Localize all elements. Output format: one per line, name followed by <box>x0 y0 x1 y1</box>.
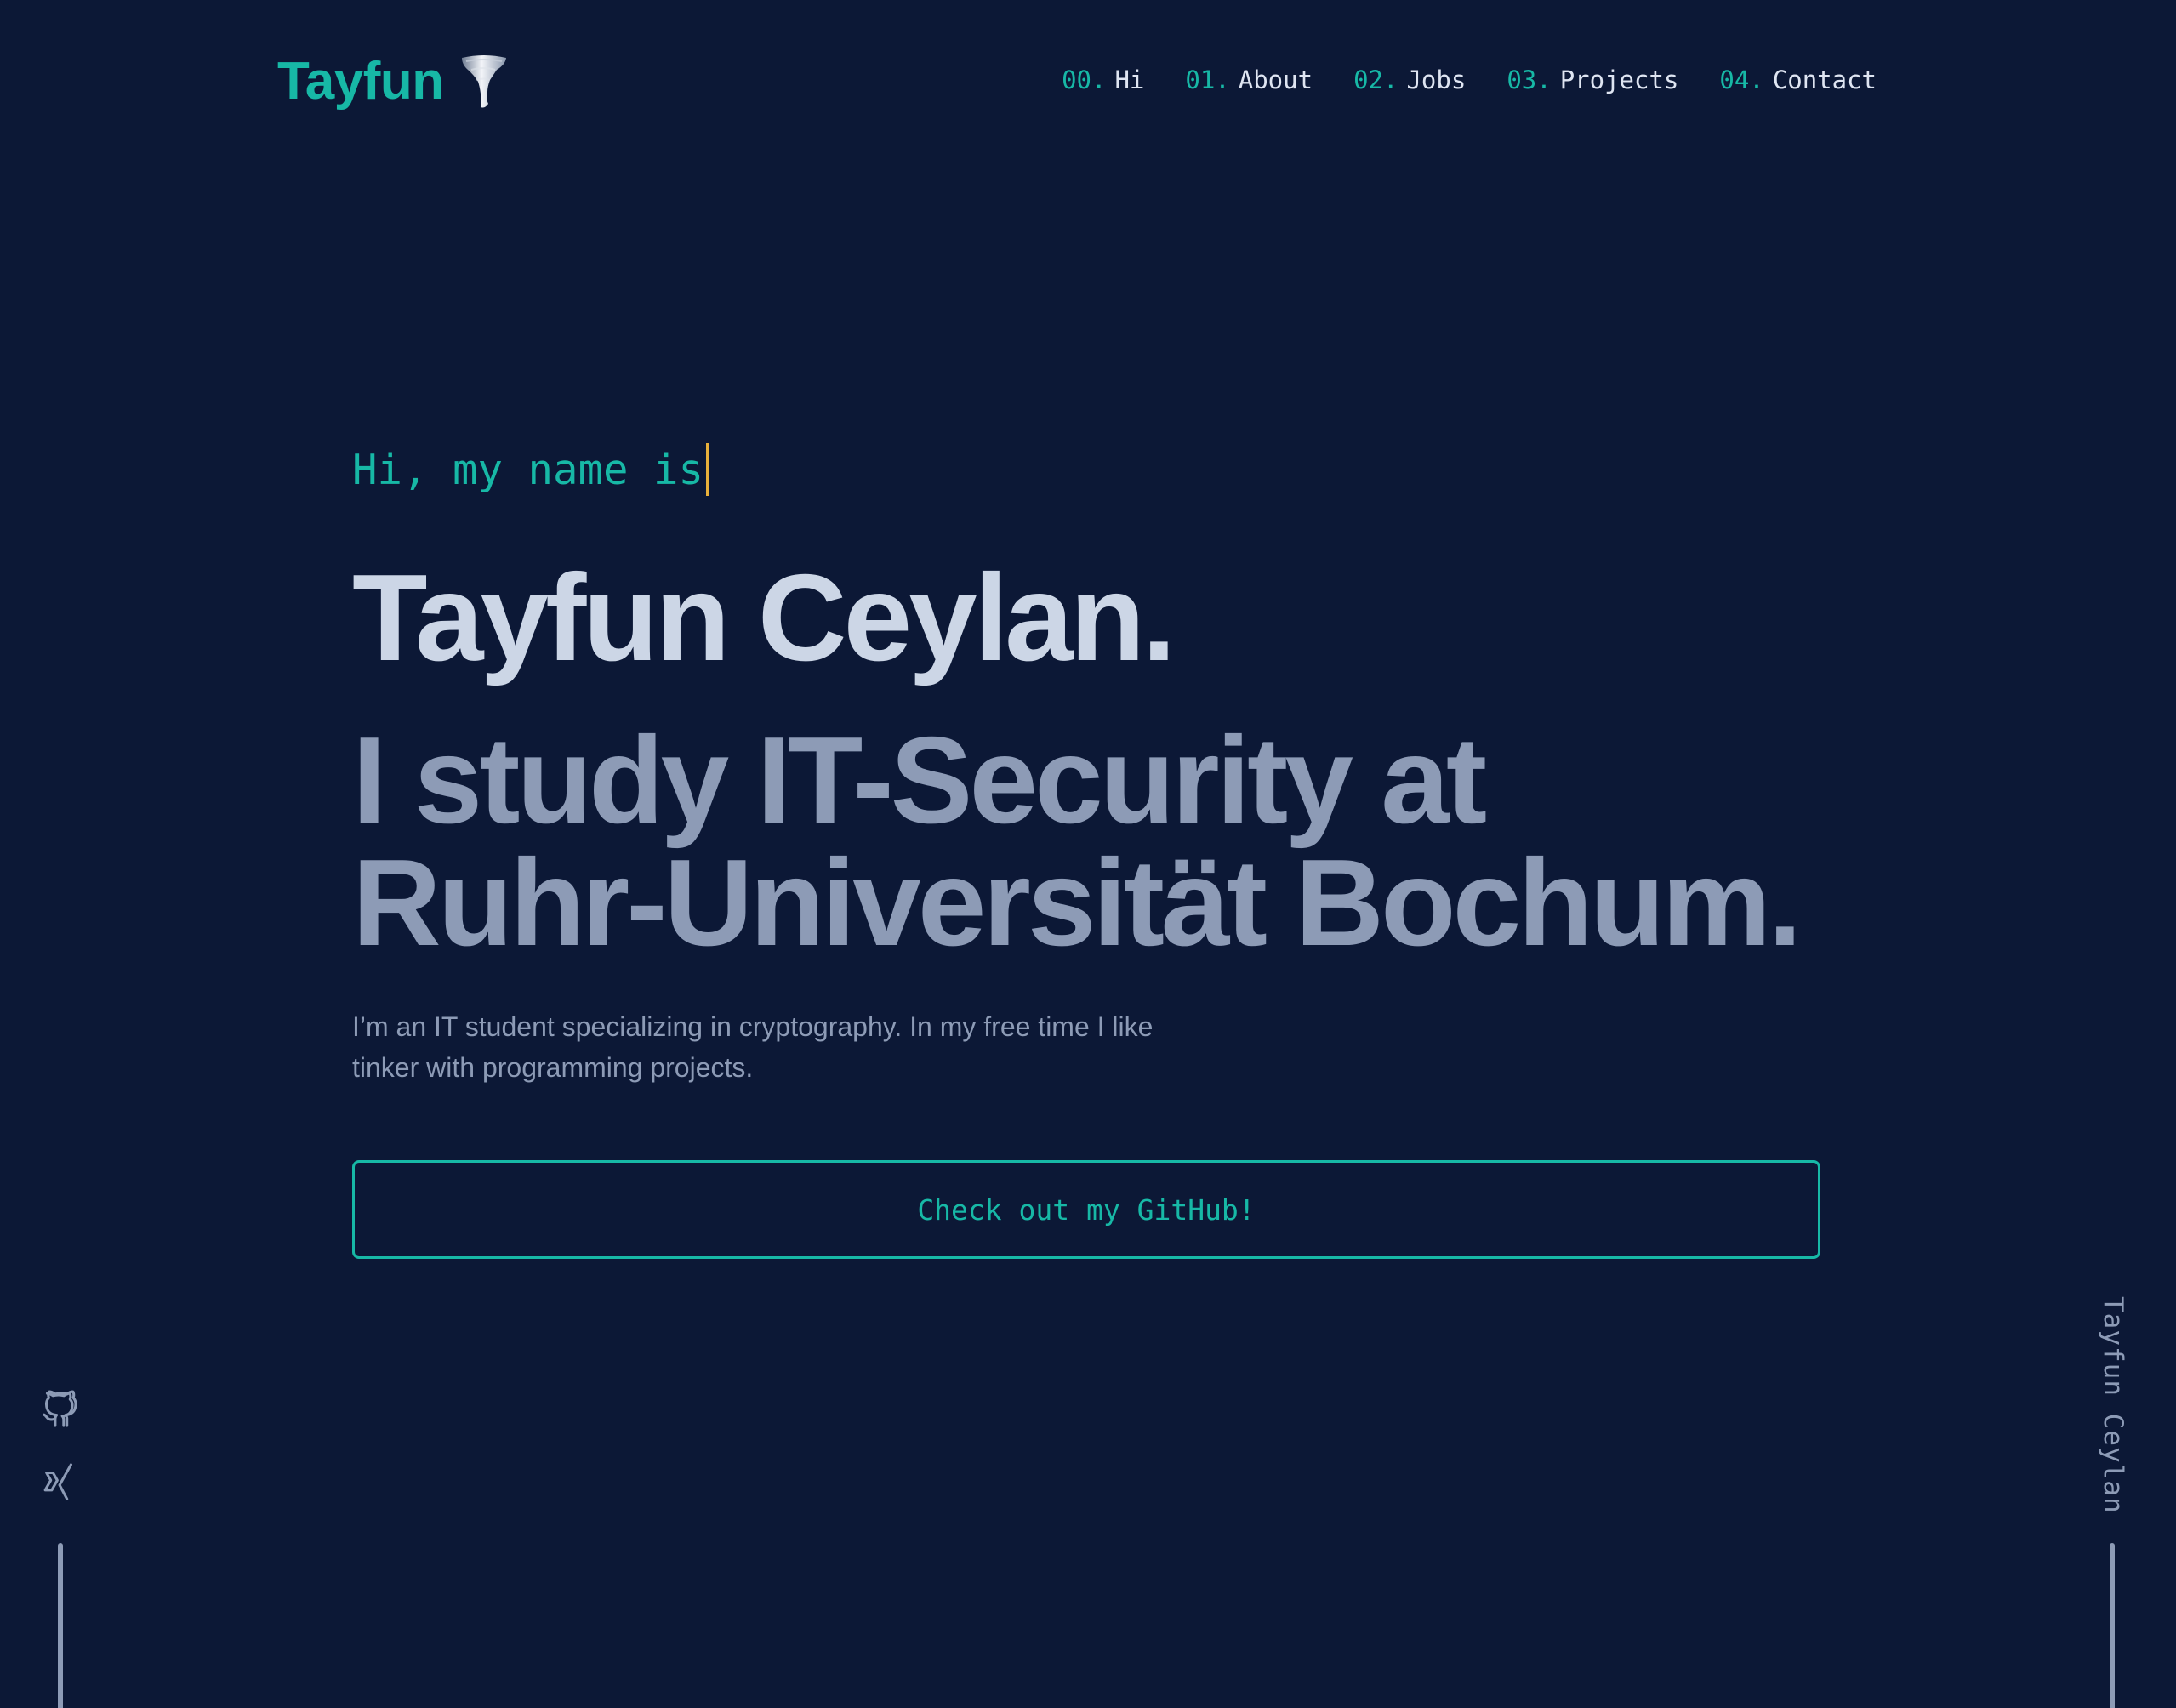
right-rail-line <box>2110 1543 2115 1708</box>
nav-item-about[interactable]: 01. About <box>1185 68 1313 93</box>
left-rail-line <box>58 1543 63 1708</box>
side-name-link[interactable]: Tayfun Ceylan <box>2098 1296 2128 1514</box>
xing-icon <box>43 1463 72 1500</box>
nav-item-number: 03. <box>1507 65 1552 94</box>
github-cta-button[interactable]: Check out my GitHub! <box>352 1160 1820 1259</box>
nav-item-projects[interactable]: 03. Projects <box>1507 68 1678 93</box>
xing-link[interactable] <box>39 1461 82 1504</box>
typing-cursor <box>706 443 710 496</box>
nav-item-jobs[interactable]: 02. Jobs <box>1353 68 1466 93</box>
nav-item-label: Hi <box>1114 65 1145 94</box>
hero-section: Hi, my name is Tayfun Ceylan. I study IT… <box>352 442 1824 1115</box>
nav-item-contact[interactable]: 04. Contact <box>1719 68 1877 93</box>
greeting-line: Hi, my name is <box>352 442 1824 497</box>
github-link[interactable] <box>39 1386 82 1429</box>
nav-item-label: Jobs <box>1406 65 1467 94</box>
nav-item-label: Contact <box>1772 65 1877 94</box>
tornado-icon <box>461 55 506 108</box>
main-nav: 00. Hi 01. About 02. Jobs 03. Projects 04. Co… <box>1062 68 1877 93</box>
github-icon <box>43 1390 77 1427</box>
nav-item-number: 00. <box>1062 65 1107 94</box>
logo-text: Tayfun <box>277 52 444 111</box>
nav-item-label: About <box>1238 65 1313 94</box>
nav-item-label: Projects <box>1559 65 1679 94</box>
nav-item-number: 04. <box>1719 65 1764 94</box>
headline-line-2: Ruhr-Universität Bochum. <box>352 834 1803 971</box>
greeting-text: Hi, my name is <box>352 445 704 494</box>
logo-link[interactable]: Tayfun <box>277 53 509 111</box>
nav-item-number: 02. <box>1353 65 1398 94</box>
headline-line-1: I study IT-Security at <box>352 711 1487 849</box>
hero-name: Tayfun Ceylan. <box>352 549 1176 686</box>
nav-item-number: 01. <box>1185 65 1230 94</box>
social-links <box>39 1386 82 1504</box>
hero-intro: I’m an IT student specializing in crypto… <box>352 1011 1154 1083</box>
hero-headline: I study IT-Security at Ruhr-Universität … <box>352 711 1824 971</box>
nav-item-hi[interactable]: 00. Hi <box>1062 68 1144 93</box>
